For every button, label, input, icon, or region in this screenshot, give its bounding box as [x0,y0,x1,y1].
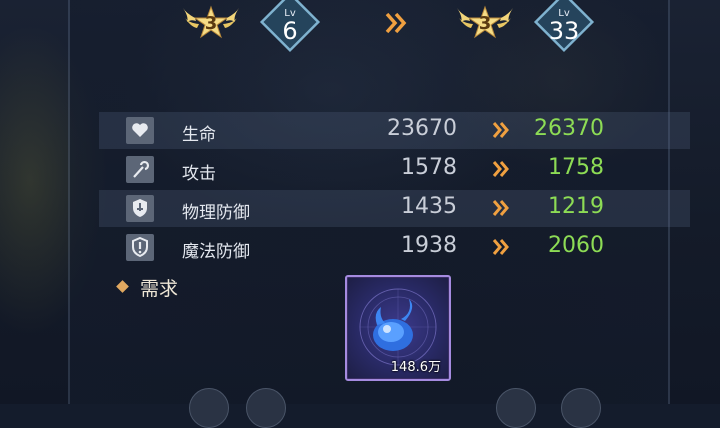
stat-name: 生命 [182,125,216,145]
stat-old-value: 23670 [387,116,457,141]
staff-icon [133,160,150,178]
stat-name: 物理防御 [182,203,250,223]
stat-icon-box [126,195,154,222]
stat-new-value: 26370 [534,116,604,141]
stat-icon-box [126,117,154,144]
item-quantity: 148.6万 [390,360,441,375]
stat-old-value: 1435 [401,194,457,219]
current-star-count: 3 [204,13,218,34]
heart-icon [132,123,148,137]
stat-old-value: 1938 [401,233,457,258]
current-level-value: 6 [282,17,298,45]
stat-new-value: 1758 [548,155,604,180]
panel-left-edge [68,0,70,404]
next-level-badge: Lv 33 [532,0,596,64]
shield-exclaim-icon [132,237,148,257]
bottom-action-button-2[interactable] [246,388,286,428]
stat-new-value: 1219 [548,194,604,219]
requirement-item-card[interactable]: 148.6万 [345,275,451,381]
next-star-badge: 3 [455,4,515,44]
stat-icon-box [126,234,154,261]
stat-row-attack: 攻击 1578 1758 [99,151,690,188]
current-star-badge: 3 [181,4,241,44]
stat-row-hp: 生命 23670 26370 [99,112,690,149]
bottom-action-button-3[interactable] [496,388,536,428]
upgrade-arrow-icon [385,12,407,34]
stat-row-physical-defense: 物理防御 1435 1219 [99,190,690,227]
current-level-badge: Lv 6 [258,0,322,64]
increase-arrow-icon [492,239,509,255]
next-star-count: 3 [478,13,492,34]
increase-arrow-icon [492,200,509,216]
stat-name: 攻击 [182,164,216,184]
stat-old-value: 1578 [401,155,457,180]
shield-sword-icon [133,199,147,217]
stat-icon-box [126,156,154,183]
requirement-label: 需求 [140,278,179,300]
stat-new-value: 2060 [548,233,604,258]
increase-arrow-icon [492,122,509,138]
stat-row-magic-defense: 魔法防御 1938 2060 [99,229,690,266]
bottom-action-button-4[interactable] [561,388,601,428]
bottom-action-button-1[interactable] [189,388,229,428]
stat-name: 魔法防御 [182,242,250,262]
next-level-value: 33 [548,17,580,45]
increase-arrow-icon [492,161,509,177]
